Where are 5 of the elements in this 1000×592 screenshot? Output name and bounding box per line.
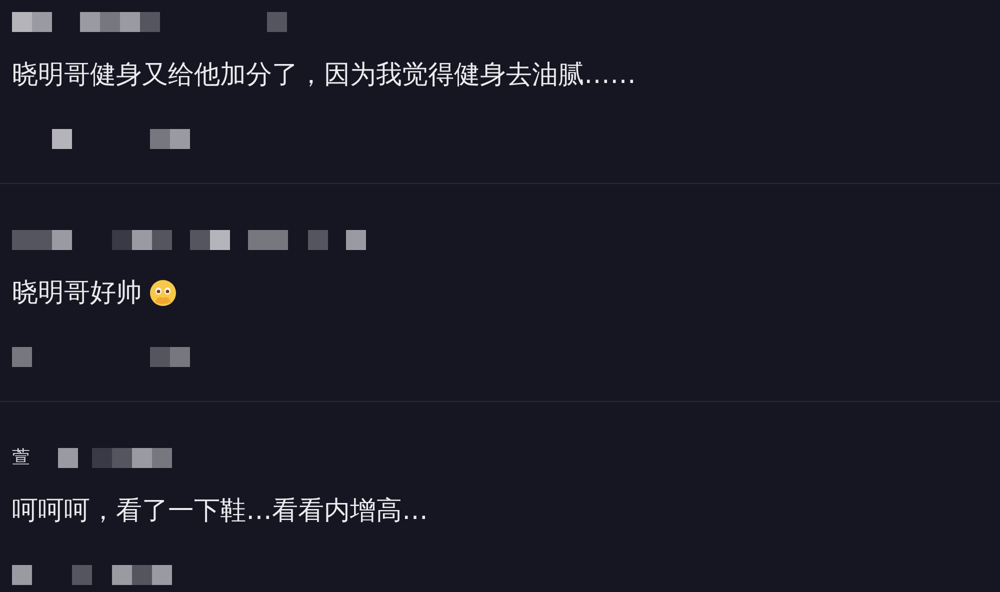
- emoji-icon: [148, 278, 178, 308]
- comment-text: 呵呵呵，看了一下鞋…看看内增高…: [12, 496, 428, 526]
- comment-text: 晓明哥好帅: [12, 278, 142, 308]
- username: 萱: [12, 446, 30, 470]
- comment-text: 晓明哥健身又给他加分了，因为我觉得健身去油腻……: [12, 60, 636, 90]
